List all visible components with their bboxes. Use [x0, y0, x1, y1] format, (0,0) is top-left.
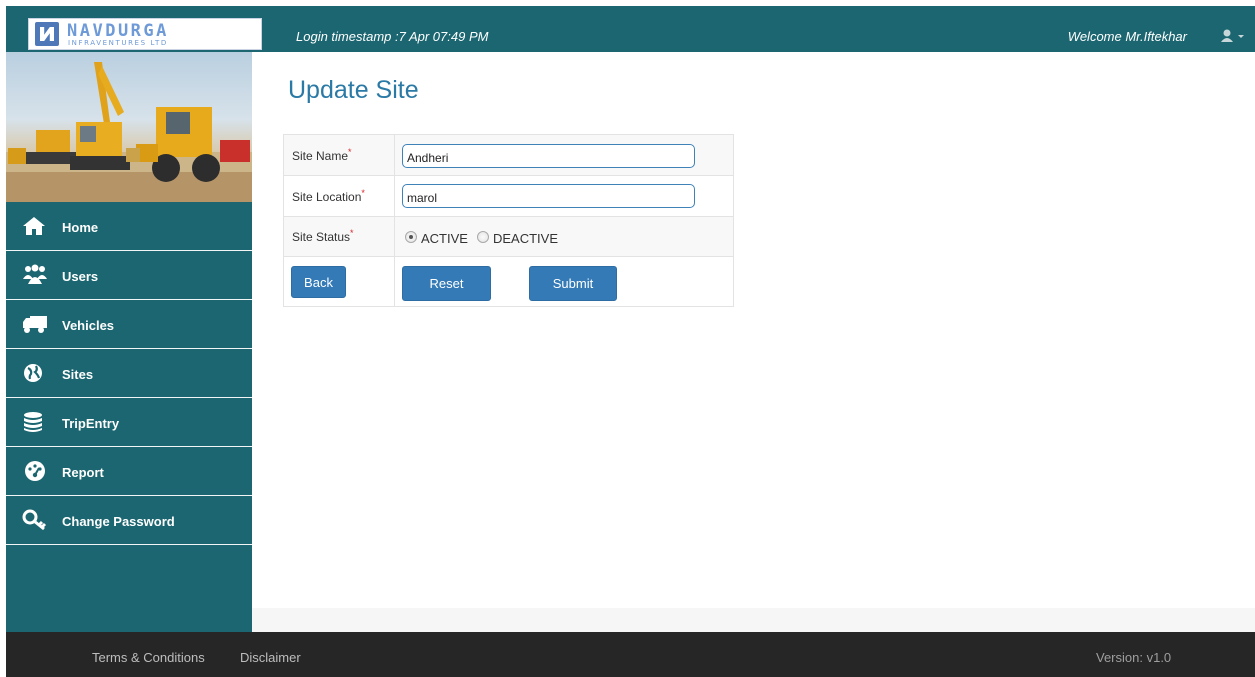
submit-button[interactable]: Submit	[529, 266, 617, 301]
site-location-input[interactable]	[402, 184, 695, 208]
sidebar-item-home[interactable]: Home	[6, 202, 252, 251]
sidebar-item-sites[interactable]: Sites	[6, 349, 252, 398]
status-active-radio[interactable]	[405, 231, 417, 243]
sidebar-item-label: Users	[62, 269, 99, 284]
sidebar-item-vehicles[interactable]: Vehicles	[6, 300, 252, 349]
site-name-input[interactable]	[402, 144, 695, 168]
welcome-text: Welcome Mr.Iftekhar	[1067, 29, 1187, 44]
users-icon	[22, 264, 47, 286]
sidebar-hero-image	[6, 52, 252, 202]
database-icon	[22, 411, 46, 433]
login-timestamp: Login timestamp :7 Apr 07:49 PM	[296, 29, 489, 44]
required-mark: *	[350, 228, 354, 238]
globe-icon	[22, 362, 46, 384]
status-deactive-radio[interactable]	[477, 231, 489, 243]
form-row-site-name: Site Name*	[284, 135, 733, 176]
sidebar-item-label: Change Password	[62, 514, 175, 529]
site-name-label: Site Name*	[292, 147, 352, 163]
key-icon	[22, 509, 47, 531]
logo-mark	[35, 22, 59, 46]
user-icon	[1221, 29, 1233, 42]
reset-button[interactable]: Reset	[402, 266, 491, 301]
caret-down-icon	[1238, 35, 1244, 38]
version-text: Version: v1.0	[1096, 650, 1172, 665]
sidebar-item-label: TripEntry	[62, 416, 120, 431]
content-bottom-strip	[252, 608, 1255, 632]
disclaimer-link[interactable]: Disclaimer	[240, 650, 301, 665]
required-mark: *	[348, 147, 352, 157]
sidebar-item-change-password[interactable]: Change Password	[6, 496, 252, 545]
status-active-label: ACTIVE	[421, 231, 468, 246]
company-logo[interactable]: NAVDURGA INFRAVENTURES LTD	[28, 18, 262, 50]
footer: Terms & Conditions Disclaimer Version: v…	[6, 632, 1255, 677]
sidebar-item-report[interactable]: Report	[6, 447, 252, 496]
truck-icon	[22, 313, 47, 335]
sidebar-item-label: Sites	[62, 367, 94, 382]
update-site-form: Site Name* Site Location* Site Status* A…	[283, 134, 734, 307]
sidebar-item-label: Report	[62, 465, 104, 480]
sidebar-item-tripentry[interactable]: TripEntry	[6, 398, 252, 447]
site-status-label: Site Status*	[292, 228, 354, 244]
site-location-label: Site Location*	[292, 188, 365, 204]
required-mark: *	[361, 188, 365, 198]
sidebar-item-label: Home	[62, 220, 99, 235]
dashboard-icon	[22, 460, 46, 482]
sidebar-item-label: Vehicles	[62, 318, 115, 333]
logo-name: NAVDURGA	[67, 21, 169, 41]
sidebar: Home Users Vehicles Sites TripEntry Repo…	[6, 52, 252, 632]
sidebar-item-users[interactable]: Users	[6, 251, 252, 300]
logo-subtitle: INFRAVENTURES LTD	[68, 39, 168, 47]
status-deactive-label: DEACTIVE	[493, 231, 559, 246]
terms-link[interactable]: Terms & Conditions	[92, 650, 205, 665]
back-button[interactable]: Back	[291, 266, 346, 298]
user-menu-toggle[interactable]	[1220, 27, 1250, 47]
page-title: Update Site	[288, 76, 419, 104]
home-icon	[22, 215, 46, 237]
form-row-site-location: Site Location*	[284, 176, 733, 217]
form-row-site-status: Site Status* ACTIVE DEACTIVE	[284, 217, 733, 257]
column-divider	[394, 135, 395, 306]
form-row-actions: Back Reset Submit	[284, 257, 733, 306]
